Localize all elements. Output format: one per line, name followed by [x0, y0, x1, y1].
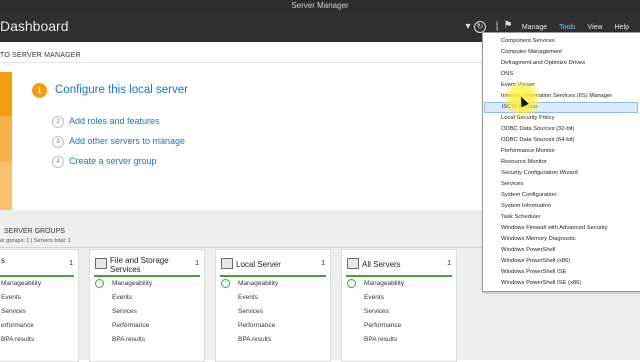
tools-dropdown-menu: Component Services Computer Management D…: [482, 32, 640, 292]
server-group-tile[interactable]: All Servers 1 ↑ Manageability Events Ser…: [341, 249, 457, 362]
tile-row[interactable]: Events: [238, 294, 258, 301]
menu-item-resource-monitor[interactable]: Resource Monitor: [484, 157, 638, 168]
status-bar: [220, 275, 326, 277]
tile-row[interactable]: Performance: [238, 322, 275, 329]
menu-tools[interactable]: Tools: [554, 22, 580, 33]
server-groups-heading: SERVER GROUPS: [4, 228, 65, 235]
menu-item-component-services[interactable]: Component Services: [484, 36, 638, 47]
tile-row[interactable]: Events: [1, 294, 21, 301]
tile-row[interactable]: Events: [112, 294, 132, 301]
menu-manage[interactable]: Manage: [517, 22, 552, 33]
welcome-divider: [0, 62, 482, 63]
menu-item-memory-diagnostic[interactable]: Windows Memory Diagnostic: [484, 234, 638, 245]
add-servers-link[interactable]: Add other servers to manage: [69, 136, 185, 146]
status-ok-icon: ↑: [347, 279, 356, 288]
menu-item-odbc-32[interactable]: ODBC Data Sources (32-bit): [484, 124, 638, 135]
step-number: 2: [52, 116, 64, 128]
server-group-tile[interactable]: Local Server 1 ↑ Manageability Events Se…: [215, 249, 331, 362]
status-bar: [0, 275, 74, 277]
tile-row[interactable]: Performance: [364, 322, 401, 329]
menu-item-windows-firewall[interactable]: Windows Firewall with Advanced Security: [484, 223, 638, 234]
tile-row[interactable]: Manageability: [1, 280, 41, 287]
quick-start-side-tab[interactable]: [0, 72, 12, 116]
tile-title: Local Server: [236, 260, 281, 269]
status-bar: [346, 275, 452, 277]
tile-title: s: [1, 256, 5, 265]
menu-item-event-viewer[interactable]: Event Viewer: [484, 80, 638, 91]
tile-row[interactable]: Services: [112, 308, 137, 315]
menu-item-iscsi-initiator[interactable]: iSCSI Initiator: [484, 102, 638, 113]
menu-item-system-information[interactable]: System Information: [484, 201, 638, 212]
menu-item-system-configuration[interactable]: System Configuration: [484, 190, 638, 201]
status-ok-icon: ↑: [221, 279, 230, 288]
server-group-tile[interactable]: s 1 Manageability Events Services erform…: [0, 249, 79, 362]
tile-count: 1: [447, 260, 451, 267]
menu-view[interactable]: View: [583, 22, 608, 33]
page-title: Dashboard: [0, 18, 69, 34]
tile-row[interactable]: BPA results: [364, 336, 397, 343]
menu-item-performance-monitor[interactable]: Performance Monitor: [484, 146, 638, 157]
add-roles-link[interactable]: Add roles and features: [69, 116, 160, 126]
tile-row[interactable]: Manageability: [112, 280, 152, 287]
menu-item-computer-management[interactable]: Computer Management: [484, 47, 638, 58]
tile-row[interactable]: Manageability: [238, 280, 278, 287]
step-number: 3: [52, 136, 64, 148]
whats-new-side-tab[interactable]: [0, 116, 12, 162]
menu-item-iis-manager[interactable]: Internet Information Services (IIS) Mana…: [484, 91, 638, 102]
file-storage-icon: [95, 258, 107, 269]
create-server-group-link[interactable]: Create a server group: [69, 156, 157, 166]
tile-row[interactable]: BPA results: [238, 336, 271, 343]
servers-icon: [347, 258, 359, 269]
menu-item-services[interactable]: Services: [484, 179, 638, 190]
status-bar: [94, 275, 200, 277]
menu-item-local-security-policy[interactable]: Local Security Policy: [484, 113, 638, 124]
tile-count: 1: [321, 260, 325, 267]
menu-item-powershell-x86[interactable]: Windows PowerShell (x86): [484, 256, 638, 267]
menu-help[interactable]: Help: [610, 22, 634, 33]
tile-row[interactable]: Events: [364, 294, 384, 301]
server-groups-summary: er groups: 1 | Servers total: 1: [0, 238, 71, 244]
menu-item-powershell[interactable]: Windows PowerShell: [484, 245, 638, 256]
tile-row[interactable]: Services: [1, 308, 26, 315]
tile-row[interactable]: BPA results: [112, 336, 145, 343]
tile-row[interactable]: BPA results: [1, 336, 34, 343]
menu-item-security-config-wizard[interactable]: Security Configuration Wizard: [484, 168, 638, 179]
tile-row[interactable]: erformance: [1, 322, 34, 329]
server-groups-divider: [0, 247, 482, 248]
server-icon: [221, 258, 233, 269]
server-group-tile[interactable]: File and Storage Services 1 ↑ Manageabil…: [89, 249, 205, 362]
tile-title: All Servers: [362, 260, 401, 269]
step-number: 4: [52, 156, 64, 168]
status-ok-icon: ↑: [95, 279, 104, 288]
tile-title: File and Storage Services: [110, 256, 169, 274]
menu-item-odbc-64[interactable]: ODBC Data Sources (64-bit): [484, 135, 638, 146]
menu-item-powershell-ise-x86[interactable]: Windows PowerShell ISE (x86): [484, 278, 638, 289]
tile-row[interactable]: Services: [238, 308, 263, 315]
window-title-bar: Server Manager: [0, 0, 640, 12]
tile-row[interactable]: Manageability: [364, 280, 404, 287]
tile-row[interactable]: Performance: [112, 322, 149, 329]
menu-item-dns[interactable]: DNS: [484, 69, 638, 80]
dropdown-arrow-icon[interactable]: ▾: [462, 21, 474, 33]
welcome-heading: TO SERVER MANAGER: [0, 52, 81, 59]
menu-item-task-scheduler[interactable]: Task Scheduler: [484, 212, 638, 223]
tile-count: 1: [195, 260, 199, 267]
menu-item-defragment[interactable]: Defragment and Optimize Drives: [484, 58, 638, 69]
tile-row[interactable]: Services: [364, 308, 389, 315]
configure-local-server-link[interactable]: Configure this local server: [55, 84, 188, 96]
notifications-flag-icon[interactable]: ⚑: [502, 20, 514, 32]
menu-item-powershell-ise[interactable]: Windows PowerShell ISE: [484, 267, 638, 278]
step-number-badge: 1: [32, 83, 47, 98]
window-title: Server Manager: [291, 1, 349, 10]
learn-more-side-tab[interactable]: [0, 162, 12, 210]
tile-count: 1: [69, 260, 73, 267]
